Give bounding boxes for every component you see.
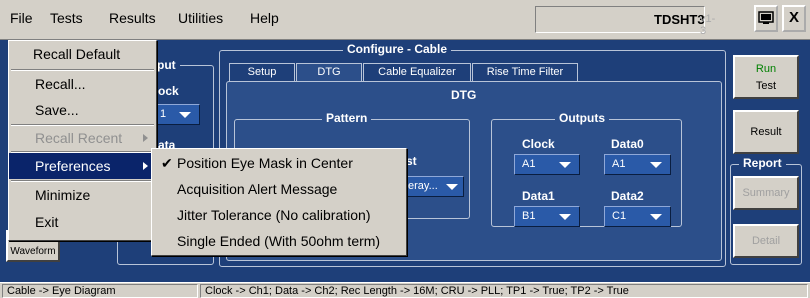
submenu-arrow-icon (143, 134, 148, 142)
close-button[interactable]: X (782, 5, 806, 32)
clock-dropdown[interactable]: A1 (514, 154, 580, 175)
menu-item-preferences[interactable]: Preferences (9, 153, 156, 179)
data0-dropdown[interactable]: A1 (604, 154, 671, 175)
pref-jitter-tolerance[interactable]: Jitter Tolerance (No calibration) (152, 202, 406, 228)
run-test-label-1: Run (755, 63, 777, 75)
menu-bar: File Tests Results Utilities Help TDSHT3… (0, 0, 810, 40)
waveform-button-label: Waveform (10, 246, 56, 257)
preferences-label: Preferences (35, 158, 111, 174)
menu-item-recall-default[interactable]: Recall Default (9, 41, 156, 67)
data1-value: B1 (522, 210, 536, 222)
outputs-title: Outputs (555, 111, 609, 125)
configure-title: Configure - Cable (343, 42, 452, 56)
menu-item-minimize[interactable]: Minimize (9, 182, 156, 208)
report-title: Report (739, 156, 786, 170)
chevron-down-icon (650, 162, 662, 168)
data2-dropdown[interactable]: C1 (604, 206, 671, 227)
product-name: TDSHT3 (654, 12, 705, 27)
status-left: Cable -> Eye Diagram (2, 284, 198, 298)
menu-item-recall-recent[interactable]: Recall Recent (9, 125, 156, 151)
data0-value: A1 (612, 158, 626, 170)
minimize-icon (758, 11, 774, 24)
pattern-title: Pattern (322, 111, 372, 125)
product-label: TDSHT3 v1-3 (535, 6, 715, 37)
dtg-section-title: DTG (447, 88, 481, 102)
status-right: Clock -> Ch1; Data -> Ch2; Rec Length ->… (200, 284, 808, 298)
tab-setup[interactable]: Setup (229, 63, 295, 81)
clock-label: Clock (522, 137, 555, 151)
pref-position-eye-mask[interactable]: ✔ Position Eye Mask in Center (152, 150, 406, 176)
run-test-button[interactable]: Run Test (733, 55, 799, 99)
pattern-dropdown-value: eray... (408, 180, 438, 192)
tab-dtg[interactable]: DTG (296, 63, 362, 81)
menu-help[interactable]: Help (250, 10, 279, 26)
menu-tests[interactable]: Tests (50, 10, 83, 26)
clock-dropdown-partial[interactable]: 1 (152, 104, 200, 125)
tab-cable-equalizer[interactable]: Cable Equalizer (363, 63, 471, 81)
tab-rise-time-filter[interactable]: Rise Time Filter (472, 63, 578, 81)
clock-dropdown-value: 1 (160, 108, 167, 120)
data2-label: Data2 (611, 189, 644, 203)
clock-value: A1 (522, 158, 536, 170)
data0-label: Data0 (611, 137, 644, 151)
run-test-label-2: Test (755, 80, 777, 92)
product-version: v1-3 (700, 13, 716, 37)
data2-value: C1 (612, 210, 627, 222)
preferences-submenu: ✔ Position Eye Mask in Center Acquisitio… (151, 148, 407, 256)
clock-label-partial: ock (158, 84, 179, 98)
chevron-down-icon (650, 214, 662, 220)
menu-results[interactable]: Results (109, 10, 156, 26)
menu-item-save[interactable]: Save... (9, 97, 156, 123)
submenu-arrow-icon (143, 162, 148, 170)
pref-acquisition-alert[interactable]: Acquisition Alert Message (152, 176, 406, 202)
summary-button[interactable]: Summary (733, 176, 799, 210)
file-menu: Recall Default Recall... Save... Recall … (8, 40, 157, 241)
pref-single-ended[interactable]: Single Ended (With 50ohm term) (152, 228, 406, 254)
status-bar: Cable -> Eye Diagram Clock -> Ch1; Data … (0, 282, 810, 298)
result-button[interactable]: Result (733, 110, 799, 154)
data1-label: Data1 (522, 189, 555, 203)
data1-dropdown[interactable]: B1 (514, 206, 580, 227)
menu-item-recall[interactable]: Recall... (9, 71, 156, 97)
pattern-label-partial: st (406, 154, 417, 168)
chevron-down-icon (559, 214, 571, 220)
chevron-down-icon (179, 112, 191, 118)
pattern-dropdown[interactable]: eray... (404, 176, 464, 197)
detail-button[interactable]: Detail (733, 224, 799, 258)
recall-recent-label: Recall Recent (35, 130, 123, 146)
menu-item-exit[interactable]: Exit (9, 209, 156, 235)
checkmark-icon: ✔ (161, 155, 173, 171)
minimize-button[interactable] (754, 5, 778, 32)
chevron-down-icon (559, 162, 571, 168)
pref-position-eye-mask-label: Position Eye Mask in Center (177, 155, 353, 171)
menu-file[interactable]: File (10, 10, 33, 26)
menu-utilities[interactable]: Utilities (178, 10, 223, 26)
chevron-down-icon (446, 184, 458, 190)
